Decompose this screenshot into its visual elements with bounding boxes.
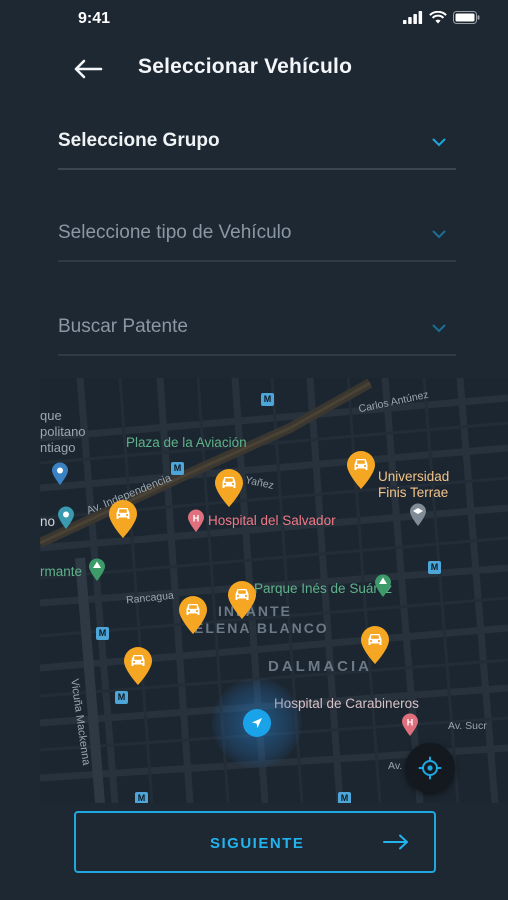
- group-select[interactable]: Seleccione Grupo: [58, 122, 456, 170]
- group-select-underline: [58, 168, 456, 170]
- vehicle-pin[interactable]: [178, 595, 208, 635]
- map-label-hospital-salvador: Hospital del Salvador: [208, 513, 336, 528]
- vehicle-pin[interactable]: [346, 450, 376, 490]
- metro-icon: M: [428, 561, 441, 574]
- arrow-right-icon: [383, 834, 408, 850]
- vehicle-type-select-underline: [58, 260, 456, 262]
- header: Seleccionar Vehículo: [0, 48, 508, 90]
- car-icon: [186, 604, 200, 615]
- university-icon: [410, 503, 426, 526]
- vehicle-type-select[interactable]: Seleccione tipo de Vehículo: [58, 214, 456, 262]
- vehicle-pin[interactable]: [214, 468, 244, 508]
- vehicle-pin[interactable]: [360, 625, 390, 665]
- map-label: rmante: [40, 564, 83, 579]
- plate-search-select[interactable]: Buscar Patente: [58, 308, 456, 356]
- back-arrow-icon: [74, 59, 103, 79]
- map-label-district: DALMACIA: [268, 658, 372, 675]
- map-view[interactable]: que politano ntiago Plaza de la Aviación…: [40, 378, 508, 803]
- next-button[interactable]: SIGUIENTE: [74, 811, 436, 873]
- map-label-university: Universidad: [378, 469, 450, 484]
- place-icon: [52, 462, 68, 485]
- page-title: Seleccionar Vehículo: [138, 55, 353, 78]
- svg-text:H: H: [193, 514, 200, 524]
- wifi-icon: [429, 11, 447, 24]
- car-icon: [116, 508, 130, 519]
- next-button-label: SIGUIENTE: [210, 835, 305, 852]
- map-label-university: Finis Terrae: [378, 485, 449, 500]
- hospital-icon: H: [402, 713, 418, 736]
- chevron-down-icon: [432, 230, 446, 239]
- vehicle-pin[interactable]: [123, 646, 153, 686]
- plate-search-underline: [58, 354, 456, 356]
- locate-me-button[interactable]: [405, 743, 455, 793]
- user-location-dot: [243, 709, 271, 737]
- hospital-icon: H: [188, 509, 204, 532]
- map-label-street: Av. Sucr: [448, 720, 487, 732]
- car-icon: [368, 634, 382, 645]
- map-label: politano: [40, 424, 86, 439]
- back-button[interactable]: [68, 52, 108, 86]
- map-label: que: [40, 408, 62, 423]
- metro-icon: M: [261, 393, 274, 406]
- metro-icon: M: [171, 462, 184, 475]
- park-icon: [89, 558, 105, 581]
- group-select-label: Seleccione Grupo: [58, 130, 220, 151]
- map-label-parque: Parque Inés de Suárez: [254, 581, 393, 596]
- chevron-down-icon: [432, 324, 446, 333]
- park-icon: [375, 574, 391, 597]
- car-icon: [222, 477, 236, 488]
- map-label: ntiago: [40, 440, 76, 455]
- crosshair-icon: [418, 756, 442, 780]
- car-icon: [354, 459, 368, 470]
- vehicle-pin[interactable]: [108, 499, 138, 539]
- plate-search-label: Buscar Patente: [58, 316, 188, 337]
- map-label-plaza: Plaza de la Aviación: [126, 435, 247, 450]
- map-label-district: ELENA BLANCO: [194, 620, 329, 636]
- map-label: no: [40, 514, 56, 529]
- metro-icon: M: [96, 627, 109, 640]
- svg-text:H: H: [407, 718, 414, 728]
- status-time: 9:41: [78, 10, 111, 27]
- car-icon: [235, 589, 249, 600]
- metro-icon: M: [115, 691, 128, 704]
- signal-icon: [403, 11, 423, 24]
- navigation-arrow-icon: [252, 718, 262, 728]
- vehicle-type-select-label: Seleccione tipo de Vehículo: [58, 222, 292, 243]
- metro-icon: M: [135, 792, 148, 803]
- metro-icon: M: [338, 792, 351, 803]
- status-bar: 9:41: [0, 0, 508, 40]
- car-icon: [131, 655, 145, 666]
- place-icon: [58, 506, 74, 529]
- vehicle-pin[interactable]: [227, 580, 257, 620]
- battery-icon: [453, 11, 480, 24]
- status-icons: [403, 11, 480, 24]
- chevron-down-icon: [432, 138, 446, 147]
